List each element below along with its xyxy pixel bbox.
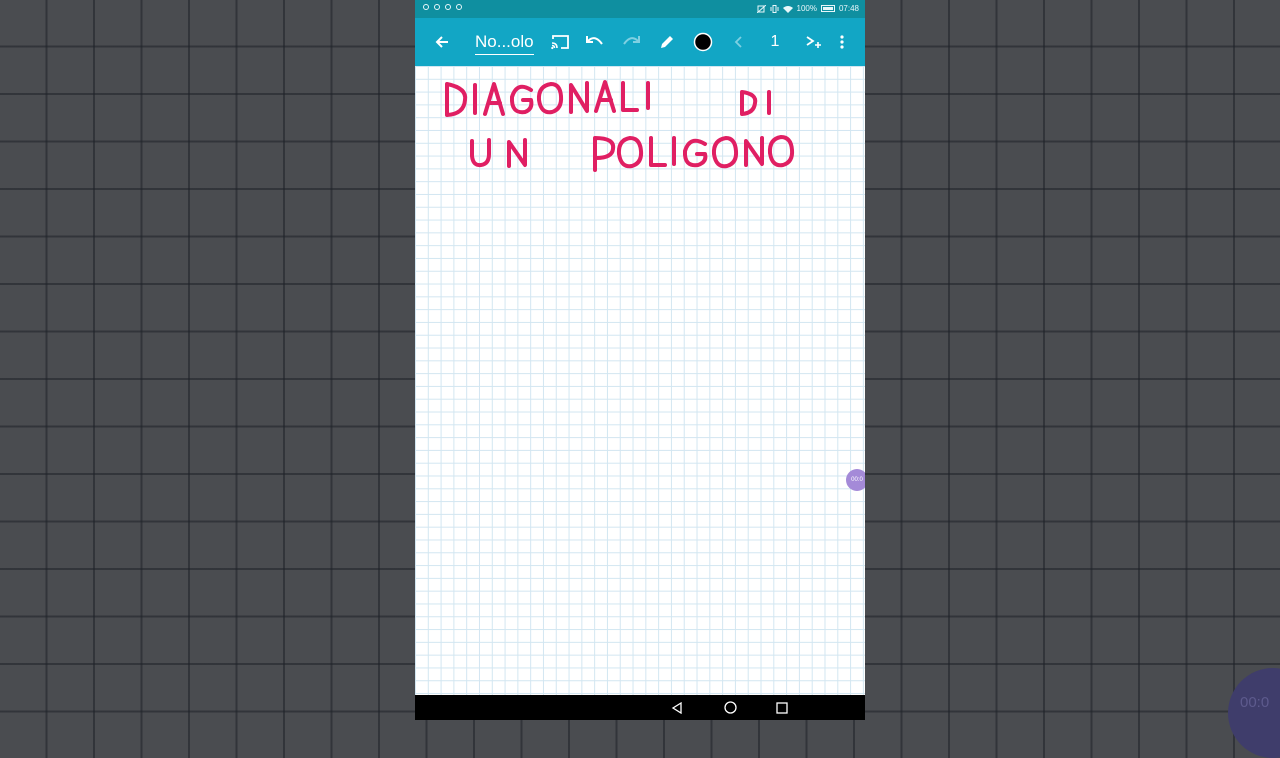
cast-icon <box>551 35 569 50</box>
undo-button[interactable] <box>582 18 608 66</box>
square-recents-icon <box>776 701 788 714</box>
pen-tool-button[interactable] <box>654 18 680 66</box>
drawing-canvas[interactable]: DIAGONALI DI UN POLIGONO <box>415 66 865 695</box>
instagram-icon <box>434 4 440 10</box>
battery-percent: 100% <box>796 4 817 13</box>
corner-recorder-bubble[interactable]: 00:0 <box>1228 668 1280 758</box>
no-sim-icon <box>756 4 766 13</box>
handwriting-strokes: DIAGONALI DI UN POLIGONO <box>445 80 795 172</box>
app-icon <box>445 4 451 10</box>
vibrate-icon <box>770 4 778 13</box>
wifi-icon <box>782 5 793 13</box>
redo-icon <box>623 36 640 45</box>
pencil-icon <box>661 36 673 48</box>
arrow-left-icon <box>435 36 448 48</box>
more-menu-button[interactable] <box>833 18 851 66</box>
cast-button[interactable] <box>547 18 573 66</box>
color-picker-button[interactable] <box>691 18 715 66</box>
previous-page-button[interactable] <box>727 18 751 66</box>
note-title[interactable]: No...olo <box>475 32 534 55</box>
add-page-icon <box>806 36 821 48</box>
more-vertical-icon <box>840 35 844 49</box>
undo-icon <box>586 36 603 45</box>
corner-recorder-time: 00:0 <box>1240 694 1270 711</box>
clock: 07:48 <box>838 4 859 13</box>
notification-icons <box>423 4 462 10</box>
nav-recents-button[interactable] <box>772 695 792 720</box>
status-bar: 100% 07:48 <box>415 0 865 18</box>
phone-screen: 100% 07:48 No...olo 1 DIAGONALI DI UN PO… <box>415 0 865 720</box>
notification-icon <box>423 4 429 10</box>
page-number: 1 <box>770 33 780 50</box>
back-button[interactable] <box>429 18 455 66</box>
screen-recorder-bubble[interactable]: 00:0 <box>846 469 865 491</box>
nav-back-button[interactable] <box>667 695 687 720</box>
redo-button[interactable] <box>618 18 644 66</box>
color-swatch <box>693 32 713 52</box>
chevron-left-icon <box>734 36 742 48</box>
android-nav-bar <box>415 695 865 720</box>
app-toolbar: No...olo 1 <box>415 18 865 66</box>
settings-icon <box>456 4 462 10</box>
nav-home-button[interactable] <box>720 695 740 720</box>
battery-icon <box>820 5 835 12</box>
circle-home-icon <box>723 701 737 714</box>
system-status: 100% 07:48 <box>756 4 859 13</box>
triangle-back-icon <box>671 701 682 714</box>
add-page-button[interactable] <box>802 18 826 66</box>
